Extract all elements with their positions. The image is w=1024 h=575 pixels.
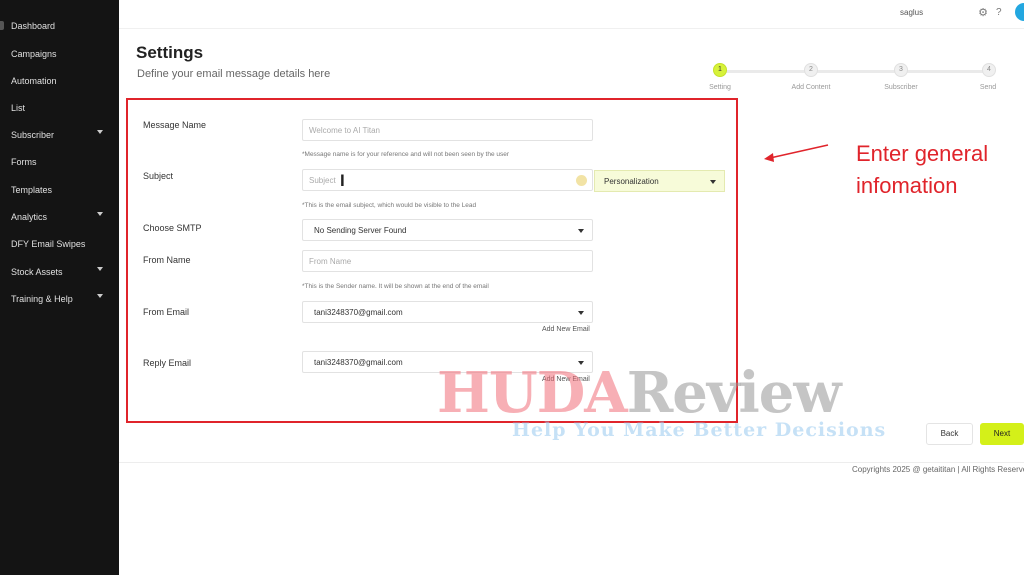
text-cursor-icon: I — [340, 171, 345, 190]
sidebar-item-label: DFY Email Swipes — [11, 239, 86, 249]
subject-hint: *This is the email subject, which would … — [302, 202, 477, 209]
from-name-hint: *This is the Sender name. It will be sho… — [302, 283, 489, 290]
avatar[interactable] — [1015, 3, 1024, 21]
sidebar-item-label: Analytics — [11, 212, 48, 222]
annotation-line-2: infomation — [856, 173, 958, 198]
annotation-text: Enter general infomation — [856, 138, 1016, 202]
from-email-value: tani3248370@gmail.com — [314, 307, 403, 317]
app-window: Dashboard Campaigns Automation List Subs… — [0, 0, 1024, 575]
sidebar-item-campaigns[interactable]: Campaigns — [0, 43, 119, 65]
subject-label: Subject — [143, 171, 174, 181]
sidebar-item-label: Dashboard — [11, 21, 56, 31]
watermark-logo: HUDAReview — [437, 360, 842, 426]
reply-email-label: Reply Email — [143, 358, 192, 368]
message-name-hint: *Message name is for your reference and … — [302, 151, 510, 158]
caret-down-icon — [710, 180, 716, 184]
personalization-label: Personalization — [604, 176, 659, 186]
sidebar-item-label: Campaigns — [11, 49, 57, 59]
sidebar-item-automation[interactable]: Automation — [0, 70, 119, 92]
help-icon[interactable]: ? — [996, 7, 1002, 18]
page-subtitle: Define your email message details here — [137, 68, 331, 80]
sidebar-item-dashboard[interactable]: Dashboard — [0, 15, 119, 37]
add-new-email-link[interactable]: Add New Email — [542, 326, 590, 333]
sidebar: Dashboard Campaigns Automation List Subs… — [0, 0, 119, 575]
annotation-line-1: Enter general — [856, 141, 989, 166]
page-title: Settings — [136, 43, 204, 62]
divider — [119, 28, 1024, 29]
emoji-icon[interactable] — [576, 175, 587, 186]
sidebar-item-training-help[interactable]: Training & Help — [0, 288, 119, 310]
from-name-label: From Name — [143, 255, 191, 265]
caret-down-icon — [578, 229, 584, 233]
sidebar-item-label: Automation — [11, 76, 57, 86]
reply-email-value: tani3248370@gmail.com — [314, 357, 403, 367]
sidebar-item-label: Training & Help — [11, 294, 73, 304]
sidebar-item-list[interactable]: List — [0, 97, 119, 119]
stepper-track — [720, 70, 988, 73]
from-email-select[interactable]: tani3248370@gmail.com — [302, 301, 593, 323]
sidebar-item-label: Stock Assets — [11, 267, 63, 277]
step-label-setting: Setting — [709, 84, 731, 91]
subject-input[interactable]: Subject — [302, 169, 593, 191]
gear-icon[interactable]: ⚙ — [977, 7, 989, 19]
annotation-arrow-icon — [764, 144, 829, 162]
footer-copyright: Copyrights 2025 @ getaititan | All Right… — [852, 465, 1024, 474]
chevron-down-icon — [97, 212, 103, 216]
watermark-tagline: Help You Make Better Decisions — [512, 419, 887, 441]
username[interactable]: saglus — [900, 8, 923, 17]
from-email-label: From Email — [143, 307, 190, 317]
personalization-dropdown[interactable]: Personalization — [594, 170, 725, 192]
step-label-subscriber: Subscriber — [884, 84, 918, 91]
sidebar-item-stock-assets[interactable]: Stock Assets — [0, 261, 119, 283]
step-4[interactable]: 4 — [982, 63, 996, 77]
smtp-select[interactable]: No Sending Server Found — [302, 219, 593, 241]
smtp-label: Choose SMTP — [143, 223, 202, 233]
chevron-down-icon — [97, 294, 103, 298]
watermark-brand-part2: Review — [626, 360, 842, 426]
message-name-input[interactable]: Welcome to AI Titan — [302, 119, 593, 141]
sidebar-item-label: Subscriber — [11, 130, 55, 140]
chevron-down-icon — [97, 130, 103, 134]
sidebar-item-dfy-email-swipes[interactable]: DFY Email Swipes — [0, 233, 119, 255]
sidebar-item-label: Templates — [11, 185, 53, 195]
active-indicator — [0, 21, 4, 30]
step-3[interactable]: 3 — [894, 63, 908, 77]
caret-down-icon — [578, 311, 584, 315]
message-name-label: Message Name — [143, 120, 207, 130]
step-1[interactable]: 1 — [713, 63, 727, 77]
step-2[interactable]: 2 — [804, 63, 818, 77]
from-name-input[interactable]: From Name — [302, 250, 593, 272]
step-label-send: Send — [979, 84, 997, 91]
sidebar-item-analytics[interactable]: Analytics — [0, 206, 119, 228]
divider — [119, 462, 1024, 463]
sidebar-item-label: Forms — [11, 157, 37, 167]
smtp-value: No Sending Server Found — [314, 225, 407, 235]
chevron-down-icon — [97, 267, 103, 271]
sidebar-item-forms[interactable]: Forms — [0, 151, 119, 173]
sidebar-item-label: List — [11, 103, 26, 113]
sidebar-item-subscriber[interactable]: Subscriber — [0, 124, 119, 146]
step-label-add-content: Add Content — [791, 84, 831, 91]
watermark-brand-part1: HUDA — [437, 360, 628, 426]
sidebar-item-templates[interactable]: Templates — [0, 179, 119, 201]
next-button[interactable]: Next — [980, 423, 1024, 445]
back-button[interactable]: Back — [926, 423, 973, 445]
